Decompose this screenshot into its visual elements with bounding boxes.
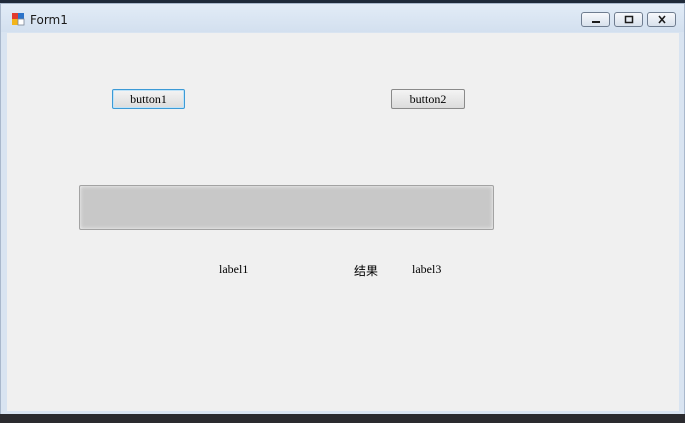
background-strip-bottom: [0, 414, 685, 423]
minimize-button[interactable]: [581, 12, 610, 27]
label3: label3: [412, 262, 442, 276]
button2[interactable]: button2: [391, 89, 465, 109]
winforms-app-icon: [12, 13, 25, 26]
form-client-area: button1 button2 label1 结果 label3: [7, 33, 679, 411]
minimize-icon: [591, 20, 600, 23]
form-window: Form1 button1 button2 label1 结果 label3: [0, 3, 685, 415]
maximize-button[interactable]: [614, 12, 643, 27]
progress-bar: [79, 185, 494, 230]
window-title: Form1: [30, 13, 68, 27]
title-bar[interactable]: Form1: [1, 4, 684, 32]
close-icon: [657, 15, 666, 24]
close-button[interactable]: [647, 12, 676, 27]
button1[interactable]: button1: [112, 89, 185, 109]
label1: label1: [219, 262, 249, 276]
maximize-icon: [624, 15, 633, 24]
result-caption: 结果: [354, 264, 379, 278]
